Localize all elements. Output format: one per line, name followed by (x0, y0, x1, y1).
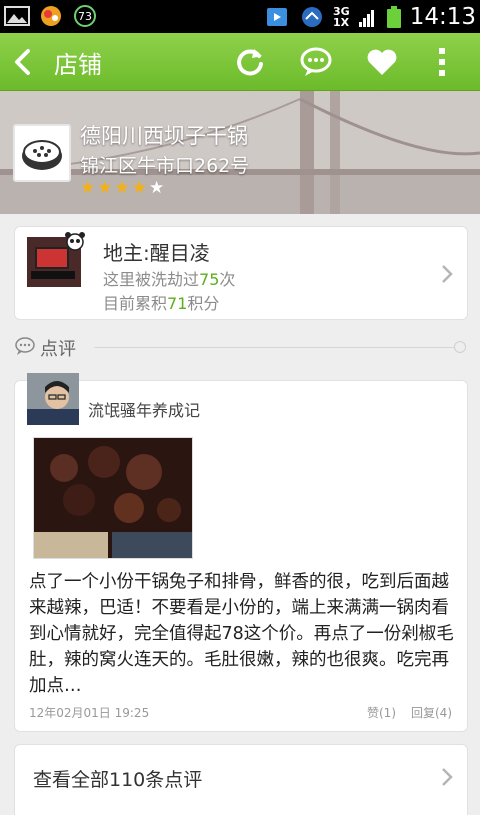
battery-icon (386, 5, 401, 28)
back-icon[interactable] (8, 45, 38, 79)
app-icon (41, 6, 61, 26)
points-line: 目前累积71积分 (103, 294, 220, 313)
divider-dot (454, 341, 466, 353)
review-text: 点了一个小份干锅兔子和排骨，鲜香的很，吃到后面越来越辣，巴适！不要看是小份的，端… (29, 572, 454, 696)
title-bar: 店铺 (0, 33, 480, 91)
more-icon[interactable] (432, 44, 452, 80)
shop-name: 德阳川西坝子干锅 (80, 124, 248, 148)
section-label: 点评 (40, 339, 76, 360)
chevron-right-icon (442, 768, 453, 786)
chevron-right-icon (442, 265, 453, 283)
reviewer-avatar[interactable] (27, 373, 79, 425)
page-title: 店铺 (54, 51, 102, 79)
review-date: 12年02月01日 19:25 (29, 706, 150, 720)
notification-badge: 73 (78, 10, 92, 23)
like-button[interactable]: 赞(1) (367, 704, 396, 721)
reply-button[interactable]: 回复(4) (411, 704, 452, 721)
refresh-icon[interactable] (232, 44, 268, 80)
network-type: 3G 1X (333, 4, 350, 29)
view-all-reviews-button[interactable]: 查看全部110条点评 (14, 744, 468, 815)
star-filled-icon: ★ (80, 178, 96, 198)
review-card[interactable]: 流氓骚年养成记 点了一个小份干锅兔子和排骨，鲜香的很，吃到后面越来越辣，巴适！不… (14, 373, 468, 732)
panda-icon (65, 232, 85, 251)
raided-count-line: 这里被洗劫过75次 (103, 270, 236, 289)
speech-bubble-icon (15, 337, 35, 355)
star-filled-icon: ★ (131, 178, 147, 198)
reviews-section-header: 点评 (14, 334, 466, 360)
landlord-card[interactable]: 地主:醒目凌 这里被洗劫过75次 目前累积71积分 (14, 226, 468, 320)
clock: 14:13 (409, 3, 476, 30)
shop-header: 德阳川西坝子干锅 锦江区牛市口262号 ★ ★ ★ ★ ★ (0, 91, 480, 214)
gallery-icon (4, 6, 30, 26)
shop-address: 锦江区牛市口262号 (80, 155, 250, 177)
landlord-title: 地主:醒目凌 (103, 241, 210, 265)
status-bar: 73 3G 1X 14:13 (0, 0, 480, 33)
view-all-label: 查看全部110条点评 (33, 769, 203, 791)
reviewer-name[interactable]: 流氓骚年养成记 (88, 397, 200, 421)
wifi-icon (302, 6, 323, 27)
star-empty-icon: ★ (149, 178, 165, 198)
star-filled-icon: ★ (114, 178, 130, 198)
review-photo[interactable] (33, 437, 193, 559)
shop-thumbnail (13, 124, 71, 182)
media-icon (267, 7, 288, 26)
sync-icon: 73 (74, 5, 96, 27)
shop-rating: ★ ★ ★ ★ ★ (80, 180, 164, 197)
heart-icon[interactable] (364, 44, 400, 80)
divider (94, 347, 456, 348)
signal-icon (358, 9, 374, 27)
star-filled-icon: ★ (97, 178, 113, 198)
comment-icon[interactable] (298, 44, 334, 80)
